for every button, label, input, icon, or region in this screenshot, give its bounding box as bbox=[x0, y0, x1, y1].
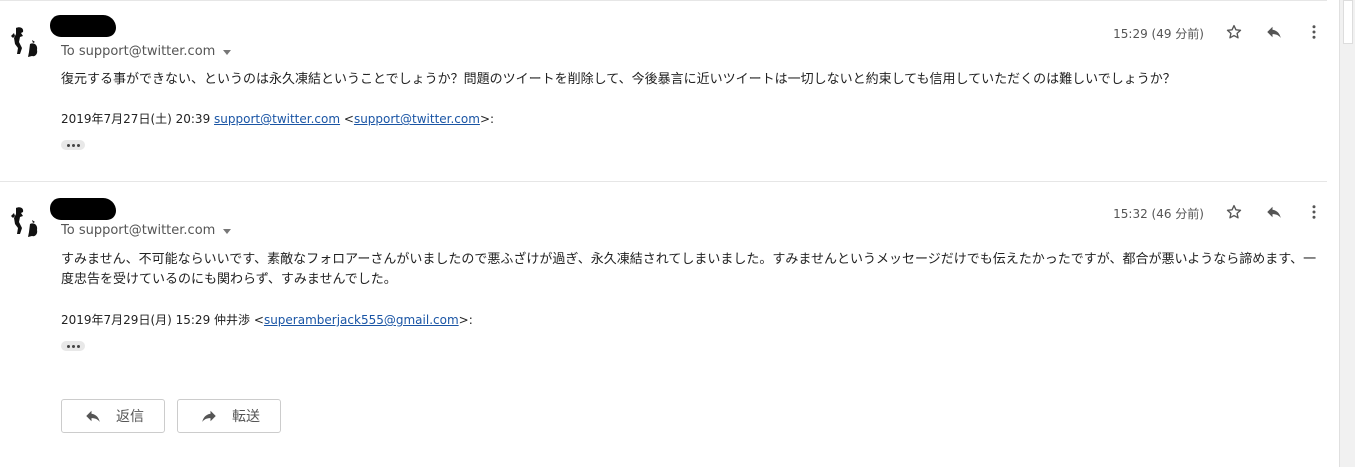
reply-button[interactable] bbox=[1262, 20, 1286, 44]
quote-bracket-close: >: bbox=[479, 112, 495, 126]
star-icon bbox=[1226, 204, 1242, 219]
caret-down-icon[interactable] bbox=[223, 228, 232, 234]
message-body: 復元する事ができない、というのは永久凍結ということでしょうか？問題のツイートを削… bbox=[61, 72, 1176, 87]
recipients-details[interactable]: To support@twitter.com bbox=[61, 44, 232, 59]
reply-icon bbox=[86, 410, 100, 422]
message-2[interactable]: To support@twitter.com 15:32 (46 分前) すみま… bbox=[0, 181, 1327, 381]
recipients-text: To support@twitter.com bbox=[61, 44, 216, 59]
message-1[interactable]: To support@twitter.com 15:29 (49 分前) 復元す… bbox=[0, 0, 1327, 181]
forward-action-button[interactable]: 転送 bbox=[177, 399, 281, 433]
message-time: 15:32 (46 分前) bbox=[1113, 207, 1204, 221]
reply-action-button[interactable]: 返信 bbox=[61, 399, 165, 433]
show-trimmed-content-button[interactable] bbox=[61, 140, 85, 150]
quote-date: 2019年7月27日(土) 20:39 bbox=[61, 112, 211, 126]
show-trimmed-content-button[interactable] bbox=[61, 341, 85, 351]
reply-icon bbox=[1267, 26, 1281, 38]
reply-button[interactable] bbox=[1262, 200, 1286, 224]
quote-header: 2019年7月27日(土) 20:39 support@twitter.com … bbox=[61, 110, 494, 127]
quote-bracket-open: < bbox=[343, 112, 354, 126]
quote-header: 2019年7月29日(月) 15:29 仲井渉 <superamberjack5… bbox=[61, 311, 473, 328]
reply-icon bbox=[1267, 206, 1281, 218]
more-vert-icon bbox=[1312, 205, 1316, 219]
star-button[interactable] bbox=[1222, 20, 1246, 44]
quote-bracket-open: < bbox=[253, 313, 264, 327]
sender-name-redacted bbox=[50, 15, 116, 37]
quote-bracket-close: >: bbox=[458, 313, 473, 327]
avatar[interactable] bbox=[8, 204, 44, 240]
caret-down-icon[interactable] bbox=[223, 49, 232, 55]
email-thread: To support@twitter.com 15:29 (49 分前) 復元す… bbox=[0, 0, 1327, 467]
scrollbar-thumb[interactable] bbox=[1343, 0, 1353, 44]
star-button[interactable] bbox=[1222, 200, 1246, 224]
more-vert-icon bbox=[1312, 25, 1316, 39]
quote-date: 2019年7月29日(月) 15:29 bbox=[61, 313, 211, 327]
avatar[interactable] bbox=[8, 24, 44, 60]
recipients-text: To support@twitter.com bbox=[61, 223, 216, 238]
recipients-details[interactable]: To support@twitter.com bbox=[61, 223, 232, 238]
reply-action-label: 返信 bbox=[116, 409, 144, 425]
more-options-button[interactable] bbox=[1302, 200, 1326, 224]
forward-icon bbox=[202, 410, 216, 422]
quote-sender-link[interactable]: support@twitter.com bbox=[214, 112, 340, 126]
quote-email-link[interactable]: support@twitter.com bbox=[354, 112, 480, 126]
quote-email-link[interactable]: superamberjack555@gmail.com bbox=[264, 313, 459, 327]
vertical-scrollbar[interactable] bbox=[1339, 0, 1355, 467]
star-icon bbox=[1226, 24, 1242, 39]
sender-name-redacted bbox=[50, 198, 116, 220]
quote-sender-name: 仲井渉 bbox=[214, 313, 251, 327]
more-options-button[interactable] bbox=[1302, 20, 1326, 44]
message-time: 15:29 (49 分前) bbox=[1113, 27, 1204, 41]
forward-action-label: 転送 bbox=[232, 409, 260, 425]
message-body: すみません、不可能ならいいです、素敵なフォロアーさんがいましたので悪ふざけが過ぎ… bbox=[61, 252, 1317, 287]
